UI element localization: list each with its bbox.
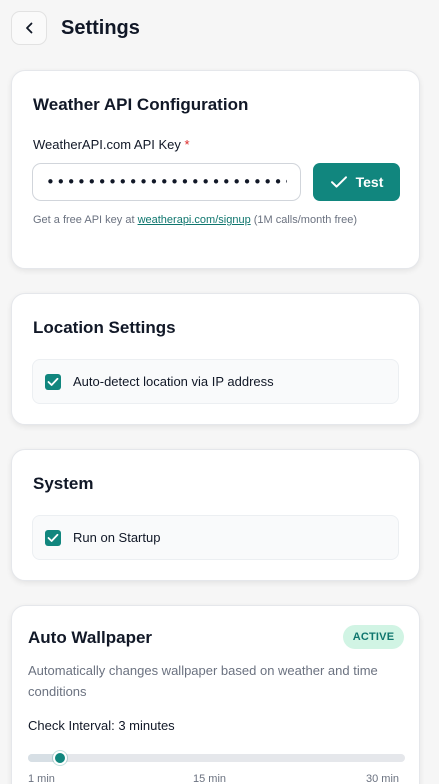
required-indicator: * (184, 137, 190, 152)
checkmark-icon (47, 377, 59, 386)
auto-wallpaper-card: Auto Wallpaper ACTIVE Automatically chan… (11, 605, 420, 784)
api-key-hint-prefix: Get a free API key at (33, 214, 135, 226)
location-settings-title: Location Settings (33, 318, 176, 337)
auto-wallpaper-description: Automatically changes wallpaper based on… (28, 663, 378, 699)
test-button-label: Test (355, 174, 384, 190)
checkmark-icon (47, 533, 59, 542)
page-title: Settings (61, 16, 140, 39)
interval-mid-label: 15 min (193, 773, 227, 784)
check-interval-slider[interactable] (28, 751, 405, 765)
auto-detect-location-checkbox[interactable] (45, 373, 61, 390)
check-icon (330, 176, 347, 188)
settings-header: Settings (11, 10, 140, 46)
weather-api-card: Weather API Configuration WeatherAPI.com… (11, 70, 420, 269)
auto-detect-location-option[interactable]: Auto-detect location via IP address (32, 359, 399, 404)
interval-max-label: 30 min (366, 773, 400, 784)
run-on-startup-option[interactable]: Run on Startup (32, 515, 399, 560)
weather-api-card-title: Weather API Configuration (33, 95, 249, 114)
system-card: System Run on Startup (11, 449, 420, 581)
slider-thumb[interactable] (53, 751, 67, 765)
run-on-startup-label: Run on Startup (73, 530, 161, 545)
test-api-key-button[interactable]: Test (313, 163, 400, 201)
check-interval-label: Check Interval: 3 minutes (28, 718, 175, 733)
api-key-input[interactable] (32, 163, 301, 201)
system-title: System (33, 474, 94, 493)
location-settings-card: Location Settings Auto-detect location v… (11, 293, 420, 425)
api-key-hint: Get a free API key at weatherapi.com/sig… (33, 210, 398, 230)
auto-detect-location-label: Auto-detect location via IP address (73, 374, 274, 389)
api-key-hint-suffix: (1M calls/month free) (253, 214, 358, 226)
api-key-label: WeatherAPI.com API Key * (33, 137, 190, 152)
auto-wallpaper-title: Auto Wallpaper (28, 628, 153, 647)
api-key-label-text: WeatherAPI.com API Key (33, 137, 181, 152)
interval-min-label: 1 min (28, 773, 55, 784)
back-button[interactable] (11, 11, 47, 45)
active-status-badge: ACTIVE (343, 625, 404, 649)
weatherapi-signup-link[interactable]: weatherapi.com/signup (138, 214, 251, 226)
chevron-left-icon (26, 22, 33, 34)
settings-page: Settings Weather API Configuration Weath… (0, 0, 439, 784)
run-on-startup-checkbox[interactable] (45, 529, 61, 546)
